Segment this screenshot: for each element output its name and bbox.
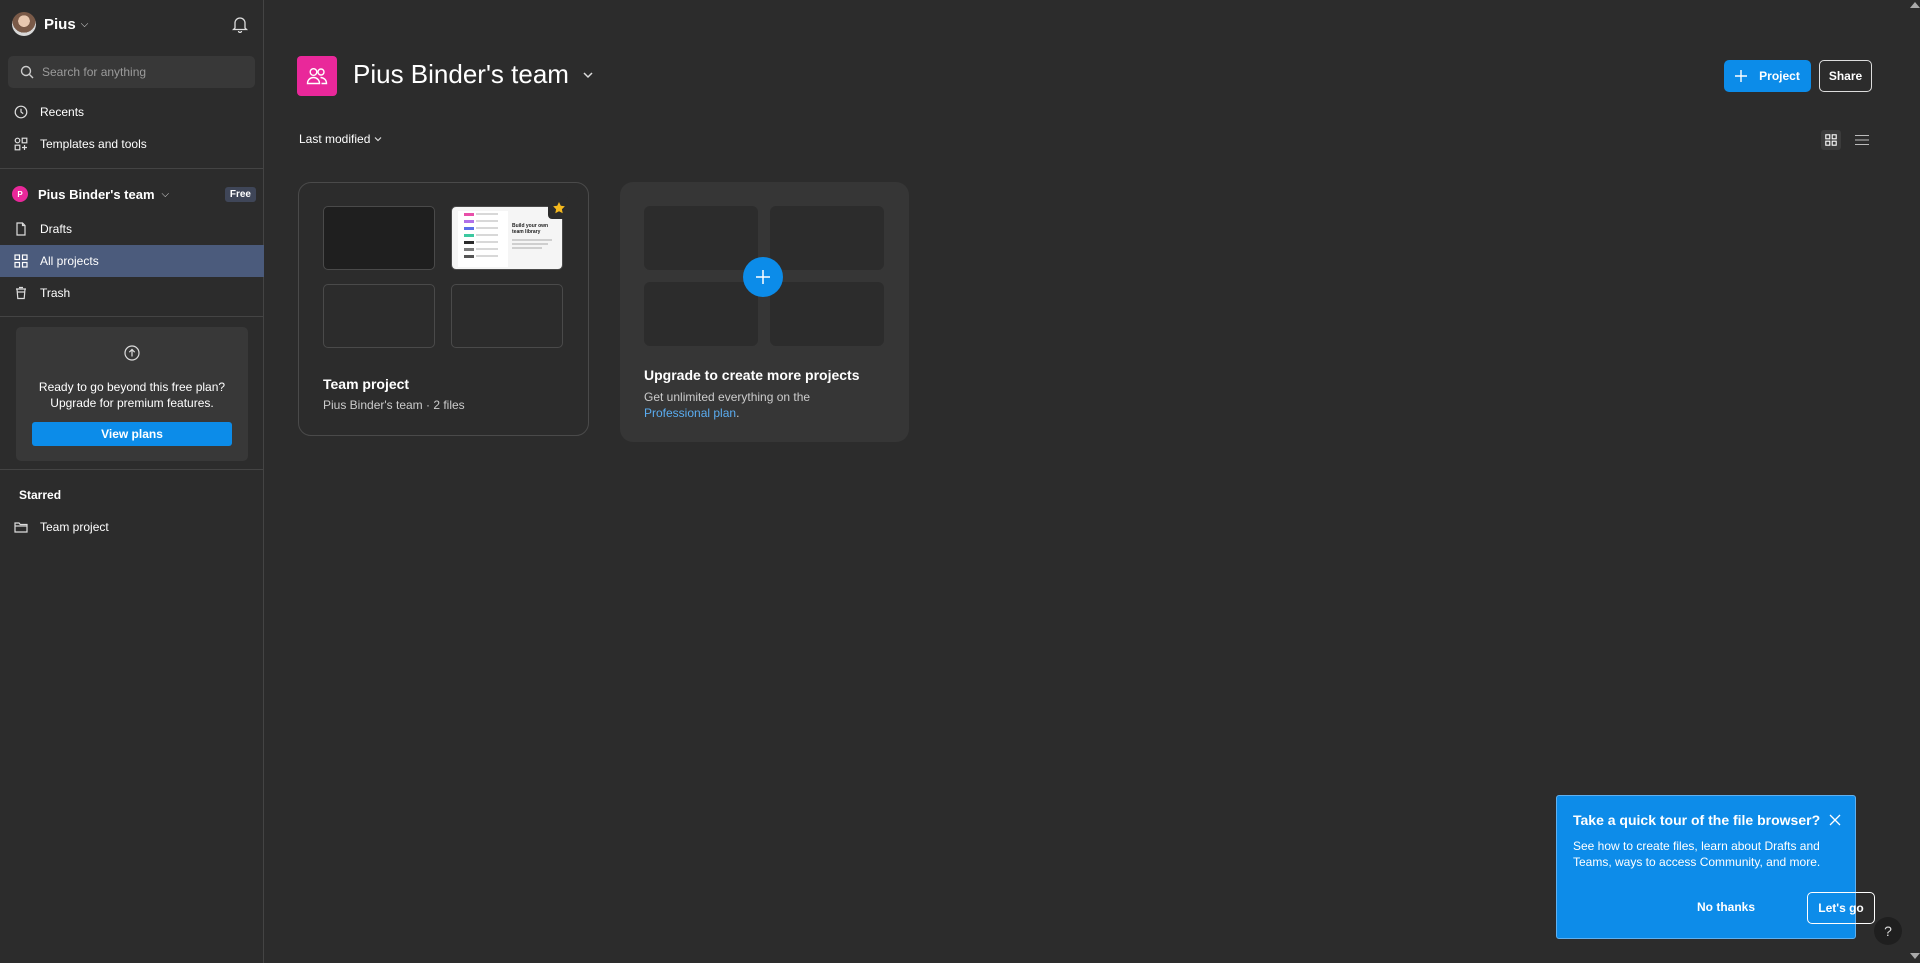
templates-icon xyxy=(14,137,28,151)
no-thanks-button[interactable]: No thanks xyxy=(1697,900,1755,914)
upgrade-line-2: Upgrade for premium features. xyxy=(50,396,214,410)
sort-dropdown[interactable]: Last modified xyxy=(299,132,382,146)
create-project-button[interactable] xyxy=(743,257,783,297)
project-title: Team project xyxy=(323,376,410,392)
share-button[interactable]: Share xyxy=(1819,60,1872,92)
chevron-down-icon[interactable] xyxy=(582,70,594,80)
starred-item-label: Team project xyxy=(40,520,109,534)
grid-icon xyxy=(14,254,28,268)
upgrade-panel: Ready to go beyond this free plan? Upgra… xyxy=(16,327,248,461)
tour-title: Take a quick tour of the file browser? xyxy=(1573,812,1821,828)
project-card[interactable]: Build your own team library Team project… xyxy=(298,182,589,436)
users-icon xyxy=(306,68,328,85)
nav-recents[interactable]: Recents xyxy=(0,96,264,128)
team-switcher[interactable]: P Pius Binder's team ⌵ Free xyxy=(12,186,256,202)
upgrade-card-title: Upgrade to create more projects xyxy=(644,367,860,383)
grid-icon xyxy=(1825,134,1837,146)
star-icon xyxy=(553,202,565,214)
empty-file-slot xyxy=(323,284,435,348)
nav-drafts[interactable]: Drafts xyxy=(0,213,264,245)
arrow-up-circle-icon xyxy=(124,345,140,361)
tour-text: See how to create files, learn about Dra… xyxy=(1573,839,1821,869)
nav-all-projects[interactable]: All projects xyxy=(0,245,264,277)
tour-popup: Take a quick tour of the file browser? S… xyxy=(1556,795,1875,939)
new-project-button[interactable]: Project xyxy=(1724,60,1811,92)
nav-templates[interactable]: Templates and tools xyxy=(0,128,264,160)
help-button[interactable]: ? xyxy=(1874,917,1902,945)
file-preview-image xyxy=(458,211,552,267)
empty-file-slot xyxy=(451,284,563,348)
grid-view-toggle[interactable] xyxy=(1821,130,1841,150)
placeholder-slot xyxy=(770,206,884,270)
user-name: Pius xyxy=(44,15,76,33)
scroll-down-arrow[interactable] xyxy=(1910,953,1920,959)
chevron-down-icon xyxy=(374,137,382,142)
file-thumbnail[interactable]: Build your own team library xyxy=(451,206,563,270)
lets-go-button[interactable]: Let's go xyxy=(1807,892,1875,924)
divider xyxy=(0,316,264,317)
sort-label: Last modified xyxy=(299,132,371,146)
upgrade-card-description: Get unlimited everything on the xyxy=(644,390,811,404)
plus-icon xyxy=(1735,70,1748,82)
team-icon xyxy=(297,56,337,96)
star-badge[interactable] xyxy=(548,197,570,219)
clock-icon xyxy=(14,105,28,119)
search-input[interactable] xyxy=(42,65,242,79)
list-view-toggle[interactable] xyxy=(1852,130,1872,150)
file-icon xyxy=(16,222,26,236)
view-plans-button[interactable]: View plans xyxy=(32,422,232,446)
nav-recents-label: Recents xyxy=(40,105,85,119)
nav-trash[interactable]: Trash xyxy=(0,277,264,309)
file-thumbnail[interactable] xyxy=(323,206,435,270)
plan-badge: Free xyxy=(224,186,256,202)
chevron-down-icon: ⌵ xyxy=(161,188,170,200)
placeholder-slot xyxy=(644,206,758,270)
nav-trash-label: Trash xyxy=(40,286,71,300)
folder-icon xyxy=(14,522,28,533)
project-subtitle: Pius Binder's team · 2 files xyxy=(323,398,465,412)
nav-drafts-label: Drafts xyxy=(40,222,73,236)
upgrade-card-text: Get unlimited everything on the Professi… xyxy=(644,389,894,421)
placeholder-slot xyxy=(770,282,884,346)
new-project-label: Project xyxy=(1759,69,1800,83)
file-browser: Pius ⌵ Recents Templates and tools P Piu… xyxy=(0,0,1920,963)
professional-plan-link[interactable]: Professional plan xyxy=(644,406,736,420)
bell-icon[interactable] xyxy=(232,15,248,33)
placeholder-slot xyxy=(644,282,758,346)
page-title: Pius Binder's team xyxy=(353,59,569,89)
search-icon xyxy=(20,65,34,79)
file-preview-title: Build your own team library xyxy=(512,223,549,235)
starred-item-team-project[interactable]: Team project xyxy=(0,511,264,543)
plus-icon xyxy=(756,270,770,284)
team-avatar: P xyxy=(12,186,28,202)
upgrade-project-card[interactable]: Upgrade to create more projects Get unli… xyxy=(620,182,909,442)
scroll-up-arrow[interactable] xyxy=(1910,2,1920,8)
user-menu[interactable]: Pius ⌵ xyxy=(12,12,88,36)
upgrade-line-1: Ready to go beyond this free plan? xyxy=(38,380,226,394)
chevron-down-icon: ⌵ xyxy=(80,18,89,30)
nav-all-projects-label: All projects xyxy=(40,254,99,268)
avatar xyxy=(12,12,36,36)
close-icon[interactable] xyxy=(1829,814,1841,826)
nav-templates-label: Templates and tools xyxy=(40,137,147,151)
divider xyxy=(0,168,264,169)
starred-heading: Starred xyxy=(19,488,62,502)
link-suffix: . xyxy=(736,406,740,420)
trash-icon xyxy=(16,286,26,300)
sidebar: Pius ⌵ Recents Templates and tools P Piu… xyxy=(0,0,264,963)
team-name: Pius Binder's team xyxy=(38,186,155,202)
search-field[interactable] xyxy=(8,56,255,88)
divider xyxy=(0,469,264,470)
upgrade-message: Ready to go beyond this free plan? Upgra… xyxy=(16,379,248,411)
list-icon xyxy=(1855,134,1869,146)
